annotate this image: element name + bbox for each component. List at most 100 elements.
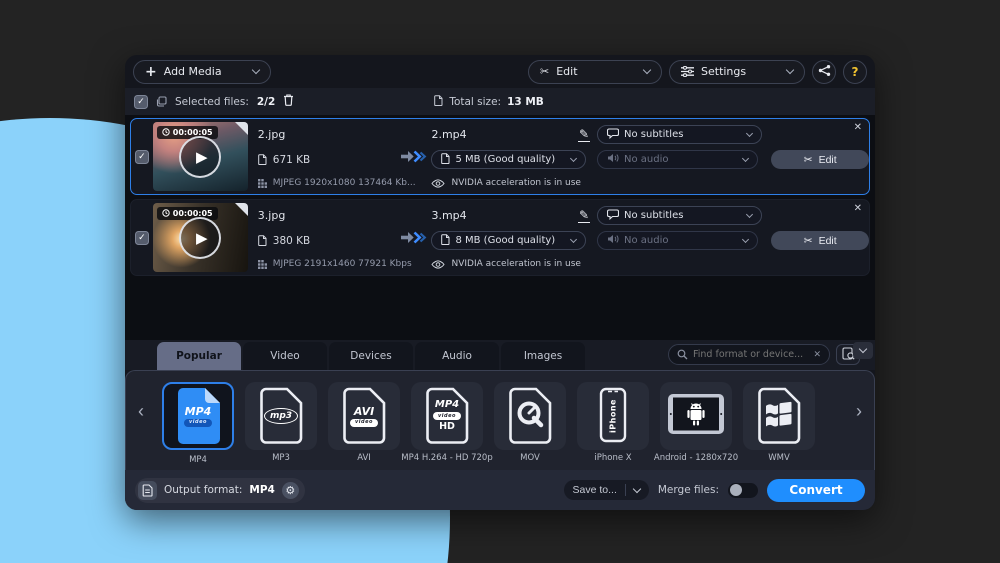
android-tablet-icon xyxy=(667,393,725,439)
row-checkbox[interactable]: ✓ xyxy=(135,150,149,164)
nvidia-icon xyxy=(431,254,445,273)
play-button[interactable]: ▶ xyxy=(179,136,221,178)
play-button[interactable]: ▶ xyxy=(179,217,221,259)
output-settings-button[interactable]: ⚙ xyxy=(282,482,299,499)
source-info: 3.jpg 380 KB MJPEG 2191x1460 77921 Kbps xyxy=(258,200,396,275)
chevron-down-icon xyxy=(570,154,577,161)
row-checkbox[interactable]: ✓ xyxy=(135,231,149,245)
tab-audio[interactable]: Audio xyxy=(415,342,499,370)
share-button[interactable] xyxy=(812,60,836,84)
tab-images[interactable]: Images xyxy=(501,342,585,370)
save-to-dropdown[interactable]: Save to... xyxy=(564,480,649,500)
scissors-icon: ✂ xyxy=(804,235,813,247)
trash-icon xyxy=(283,94,294,109)
close-icon: ✕ xyxy=(854,122,862,133)
convert-arrow-icon xyxy=(396,200,432,275)
subtitles-dropdown[interactable]: No subtitles xyxy=(597,125,762,144)
format-search: ✕ xyxy=(668,344,830,365)
tab-devices[interactable]: Devices xyxy=(329,342,413,370)
clear-search-button[interactable]: ✕ xyxy=(813,349,821,360)
format-label: MP3 xyxy=(272,453,290,463)
audio-dropdown[interactable]: No audio xyxy=(597,150,758,169)
remove-file-button[interactable]: ✕ xyxy=(854,203,862,214)
chevron-down-icon xyxy=(859,345,867,353)
scissors-icon: ✂ xyxy=(540,65,549,78)
format-label: iPhone X xyxy=(594,453,631,463)
scroll-left-button[interactable]: ‹ xyxy=(138,401,144,422)
divider xyxy=(625,484,626,496)
files-stack-icon xyxy=(156,96,167,107)
video-thumbnail[interactable]: 00:00:05 ▶ xyxy=(153,203,248,272)
row-controls: No subtitles No audio ✂ Edit xyxy=(597,200,869,275)
merge-files-toggle[interactable] xyxy=(728,483,758,498)
search-icon xyxy=(677,345,688,364)
help-button[interactable]: ? xyxy=(843,60,867,84)
chevron-down-icon xyxy=(742,235,749,242)
quality-dropdown[interactable]: 5 MB (Good quality) xyxy=(431,150,586,169)
edit-file-button[interactable]: ✂ Edit xyxy=(771,231,869,250)
add-media-label: Add Media xyxy=(164,65,222,78)
chevron-down-icon xyxy=(570,235,577,242)
video-converter-window: + Add Media ✂ Edit Settings ? ✓ Selected… xyxy=(125,55,875,510)
tab-popular[interactable]: Popular xyxy=(157,342,241,370)
delete-button[interactable] xyxy=(283,94,294,109)
edit-menu-button[interactable]: ✂ Edit xyxy=(528,60,662,84)
settings-menu-label: Settings xyxy=(701,65,746,78)
video-thumbnail[interactable]: 00:00:05 ▶ xyxy=(153,122,248,191)
scroll-right-button[interactable]: › xyxy=(856,401,862,422)
format-card-mp4[interactable]: MP4 video MP4 xyxy=(162,382,234,450)
pencil-icon: ✎ xyxy=(579,208,589,222)
speaker-icon xyxy=(607,153,619,166)
quality-dropdown[interactable]: 8 MB (Good quality) xyxy=(431,231,586,250)
file-icon xyxy=(434,95,443,109)
file-row[interactable]: ✓ 00:00:05 ▶ 2.jpg 671 KB MJPEG 1920x108… xyxy=(130,118,870,195)
format-label: AVI xyxy=(357,453,371,463)
tab-video[interactable]: Video xyxy=(243,342,327,370)
gear-icon: ⚙ xyxy=(285,484,295,497)
edit-menu-label: Edit xyxy=(556,65,577,78)
file-icon xyxy=(441,153,450,167)
output-format-value: MP4 xyxy=(249,484,274,496)
rename-button[interactable]: ✎ xyxy=(578,209,590,223)
format-label: MP4 xyxy=(189,455,207,465)
format-card-mp4-hd[interactable]: MP4 video HD MP4 H.264 - HD 720p xyxy=(411,382,483,450)
collapse-panel-button[interactable] xyxy=(853,342,873,359)
source-filename: 3.jpg xyxy=(258,203,396,228)
convert-button[interactable]: Convert xyxy=(767,479,865,502)
plus-icon: + xyxy=(145,65,157,79)
output-filename: 2.mp4 xyxy=(431,128,466,141)
output-format-icon xyxy=(138,481,157,500)
subtitles-dropdown[interactable]: No subtitles xyxy=(597,206,762,225)
selected-files-value: 2/2 xyxy=(257,96,275,108)
audio-dropdown[interactable]: No audio xyxy=(597,231,758,250)
format-card-mp3[interactable]: mp3 MP3 xyxy=(245,382,317,450)
edit-file-button[interactable]: ✂ Edit xyxy=(771,150,869,169)
output-info: 2.mp4 ✎ 5 MB (Good quality) NVIDIA accel… xyxy=(431,119,590,194)
file-icon xyxy=(441,234,450,248)
merge-files-label: Merge files: xyxy=(658,484,719,496)
question-mark-icon: ? xyxy=(852,65,859,79)
format-card-avi[interactable]: AVI video AVI xyxy=(328,382,400,450)
add-media-button[interactable]: + Add Media xyxy=(133,60,271,84)
file-icon xyxy=(258,231,267,250)
windows-icon xyxy=(765,401,793,431)
play-icon: ▶ xyxy=(196,148,208,166)
format-card-wmv[interactable]: WMV xyxy=(743,382,815,450)
format-card-mov[interactable]: MOV xyxy=(494,382,566,450)
rename-button[interactable]: ✎ xyxy=(578,128,590,142)
format-card-android[interactable]: Android - 1280x720 xyxy=(660,382,732,450)
acceleration-status: NVIDIA acceleration is in use xyxy=(451,259,581,269)
play-icon: ▶ xyxy=(196,229,208,247)
settings-menu-button[interactable]: Settings xyxy=(669,60,805,84)
clock-icon xyxy=(162,128,170,138)
file-list: ✓ 00:00:05 ▶ 2.jpg 671 KB MJPEG 1920x108… xyxy=(125,115,875,340)
search-input[interactable] xyxy=(693,349,808,360)
format-card-iphone-x[interactable]: iPhone iPhone X xyxy=(577,382,649,450)
output-format-control[interactable]: Output format: MP4 ⚙ xyxy=(135,478,305,503)
close-icon: ✕ xyxy=(813,349,821,359)
file-row[interactable]: ✓ 00:00:05 ▶ 3.jpg 380 KB MJPEG 2191x146… xyxy=(130,199,870,276)
select-all-checkbox[interactable]: ✓ xyxy=(134,95,148,109)
remove-file-button[interactable]: ✕ xyxy=(854,122,862,133)
speech-bubble-icon xyxy=(607,128,619,142)
format-label: Android - 1280x720 xyxy=(654,453,738,463)
